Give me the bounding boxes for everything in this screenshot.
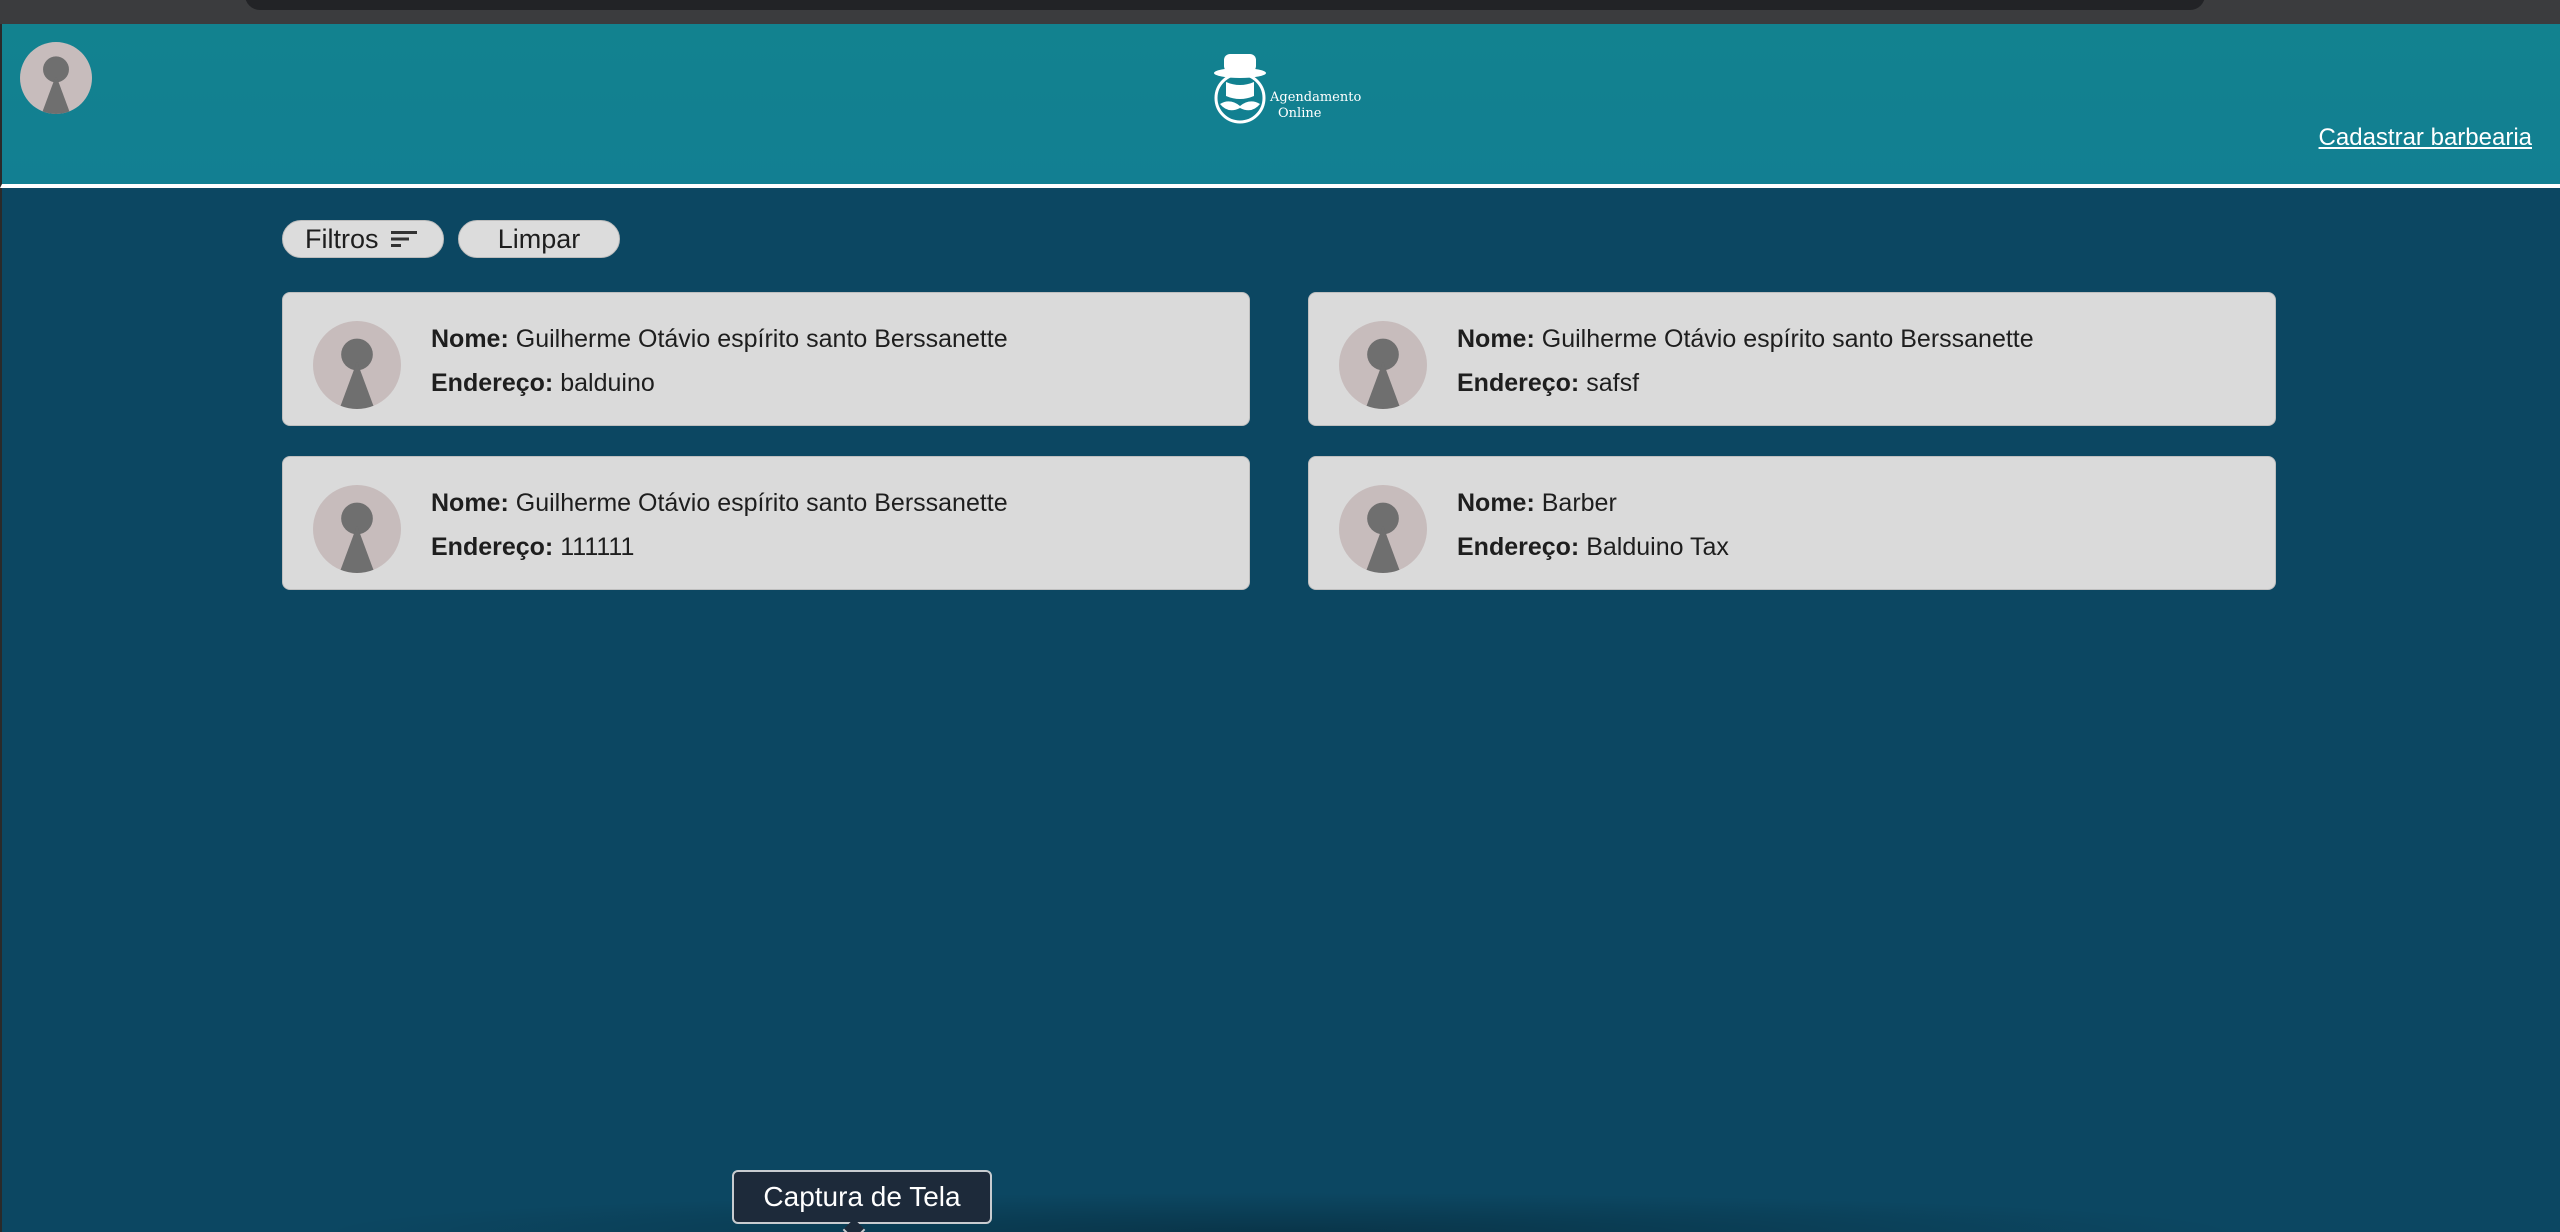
barbershop-address: Endereço: balduino (431, 369, 655, 398)
barbershop-avatar (313, 485, 401, 573)
barbershop-address: Endereço: safsf (1457, 369, 1639, 398)
address-label: Endereço: (431, 369, 554, 397)
name-label: Nome: (1457, 325, 1535, 353)
filter-bar: Filtros Limpar (282, 220, 620, 258)
logo-line-2: Online (1278, 106, 1322, 121)
logo-text: Agendamento Online (1270, 90, 1361, 122)
address-value: safsf (1586, 369, 1640, 397)
dock-shadow (300, 1192, 2260, 1232)
barbershop-name: Nome: Guilherme Otávio espírito santo Be… (1457, 325, 2034, 354)
address-label: Endereço: (1457, 369, 1580, 397)
address-label: Endereço: (1457, 533, 1580, 561)
name-label: Nome: (431, 489, 509, 517)
barbershop-card[interactable]: Nome: Barber Endereço: Balduino Tax (1308, 456, 2276, 590)
address-label: Endereço: (431, 533, 554, 561)
name-value: Guilherme Otávio espírito santo Berssane… (515, 325, 1008, 353)
register-barbershop-link[interactable]: Cadastrar barbearia (2319, 124, 2532, 152)
barbershop-name: Nome: Barber (1457, 489, 1617, 518)
filters-button-label: Filtros (305, 223, 379, 254)
user-avatar-button[interactable] (20, 42, 92, 114)
page-edge (0, 188, 2, 1232)
barbershop-address: Endereço: 111111 (431, 533, 634, 562)
screenshot-tooltip: Captura de Tela (732, 1170, 992, 1232)
name-value: Guilherme Otávio espírito santo Berssane… (515, 489, 1008, 517)
person-silhouette-icon (1365, 338, 1401, 409)
tooltip-text: Captura de Tela (763, 1181, 961, 1212)
barbershop-name: Nome: Guilherme Otávio espírito santo Be… (431, 489, 1008, 518)
name-label: Nome: (1457, 489, 1535, 517)
hat-mustache-logo-icon (1214, 54, 1266, 124)
name-value: Guilherme Otávio espírito santo Berssane… (1541, 325, 2034, 353)
name-label: Nome: (431, 325, 509, 353)
clear-button[interactable]: Limpar (458, 220, 620, 258)
person-silhouette-icon (339, 502, 375, 573)
barbershop-card[interactable]: Nome: Guilherme Otávio espírito santo Be… (1308, 292, 2276, 426)
clear-button-label: Limpar (497, 223, 581, 254)
barbershop-avatar (1339, 321, 1427, 409)
browser-bar (245, 0, 2205, 10)
person-silhouette-icon (1365, 502, 1401, 573)
filter-lines-icon (390, 231, 417, 247)
barbershop-avatar (313, 321, 401, 409)
person-silhouette-icon (339, 338, 375, 409)
address-value: Balduino Tax (1586, 533, 1729, 561)
address-value: 111111 (560, 533, 635, 561)
browser-top-strip (0, 0, 2560, 24)
app-logo[interactable]: Agendamento Online (1210, 52, 1361, 128)
logo-line-1: Agendamento (1270, 90, 1362, 105)
filters-button[interactable]: Filtros (282, 220, 444, 258)
app-header: Agendamento Online Cadastrar barbearia (0, 24, 2560, 188)
barbershop-address: Endereço: Balduino Tax (1457, 533, 1729, 562)
barbershop-card[interactable]: Nome: Guilherme Otávio espírito santo Be… (282, 456, 1250, 590)
barbershop-name: Nome: Guilherme Otávio espírito santo Be… (431, 325, 1008, 354)
person-silhouette-icon (41, 56, 71, 114)
barbershop-card[interactable]: Nome: Guilherme Otávio espírito santo Be… (282, 292, 1250, 426)
address-value: balduino (560, 369, 655, 397)
name-value: Barber (1541, 489, 1617, 517)
barbershop-avatar (1339, 485, 1427, 573)
